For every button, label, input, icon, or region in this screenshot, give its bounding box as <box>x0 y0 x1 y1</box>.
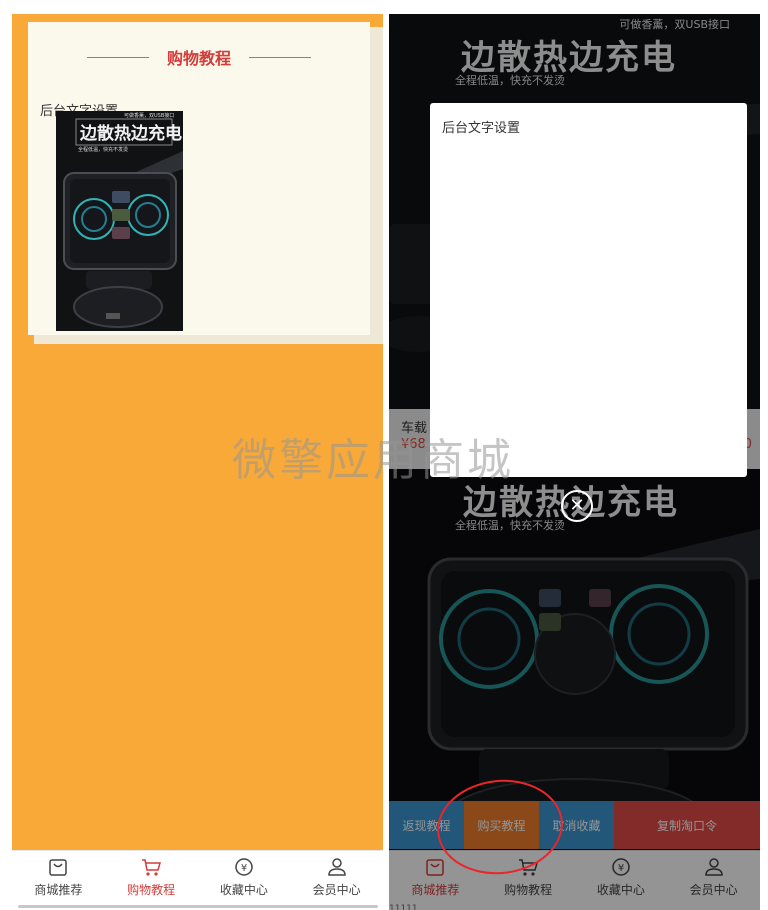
bag-icon <box>49 859 68 876</box>
yen-circle-icon: ¥ <box>235 858 253 876</box>
tab-label: 商城推荐 <box>34 883 83 897</box>
tab-label: 收藏中心 <box>219 883 268 897</box>
tab-favorites-center[interactable]: ¥ 收藏中心 <box>198 851 291 904</box>
product-image: 可做香薰，双USB接口 边散热边充电 全程低温，快充不发烫 <box>56 111 183 331</box>
product-subtext: 全程低温，快充不发烫 <box>78 146 128 153</box>
card-title: 购物教程 <box>166 49 231 68</box>
product-image-art: 可做香薰，双USB接口 边散热边充电 全程低温，快充不发烫 <box>56 111 183 331</box>
user-icon <box>327 858 346 876</box>
text-modal: 后台文字设置 <box>430 103 747 477</box>
tab-label: 购物教程 <box>127 883 176 897</box>
title-divider-left <box>86 56 149 58</box>
svg-text:¥: ¥ <box>241 863 247 874</box>
tab-label: 会员中心 <box>312 883 361 897</box>
tab-member-center[interactable]: 会员中心 <box>290 851 383 904</box>
card-title-row: 购物教程 <box>28 44 370 70</box>
title-divider-right <box>249 56 311 58</box>
tutorial-card: 购物教程 后台文字设置 可做香薰，双USB接口 边散热边充电 全程低温，快充不发… <box>28 22 370 335</box>
home-indicator <box>12 904 383 910</box>
tab-mall-recommend[interactable]: 商城推荐 <box>12 851 105 904</box>
cart-icon <box>142 859 162 876</box>
bottom-tab-bar: 商城推荐 购物教程 ¥ 收藏中心 会员中心 <box>12 850 383 904</box>
product-heading: 边散热边充电 <box>79 123 182 144</box>
screenshot-root: 购物教程 后台文字设置 可做香薰，双USB接口 边散热边充电 全程低温，快充不发… <box>0 0 768 910</box>
close-circle-icon[interactable]: ✕ <box>561 490 593 522</box>
watermark: 微擎应用商城 <box>232 435 514 486</box>
tab-shopping-tutorial[interactable]: 购物教程 <box>105 851 198 904</box>
modal-text: 后台文字设置 <box>442 121 521 136</box>
product-usb-text: 可做香薰，双USB接口 <box>124 112 174 119</box>
